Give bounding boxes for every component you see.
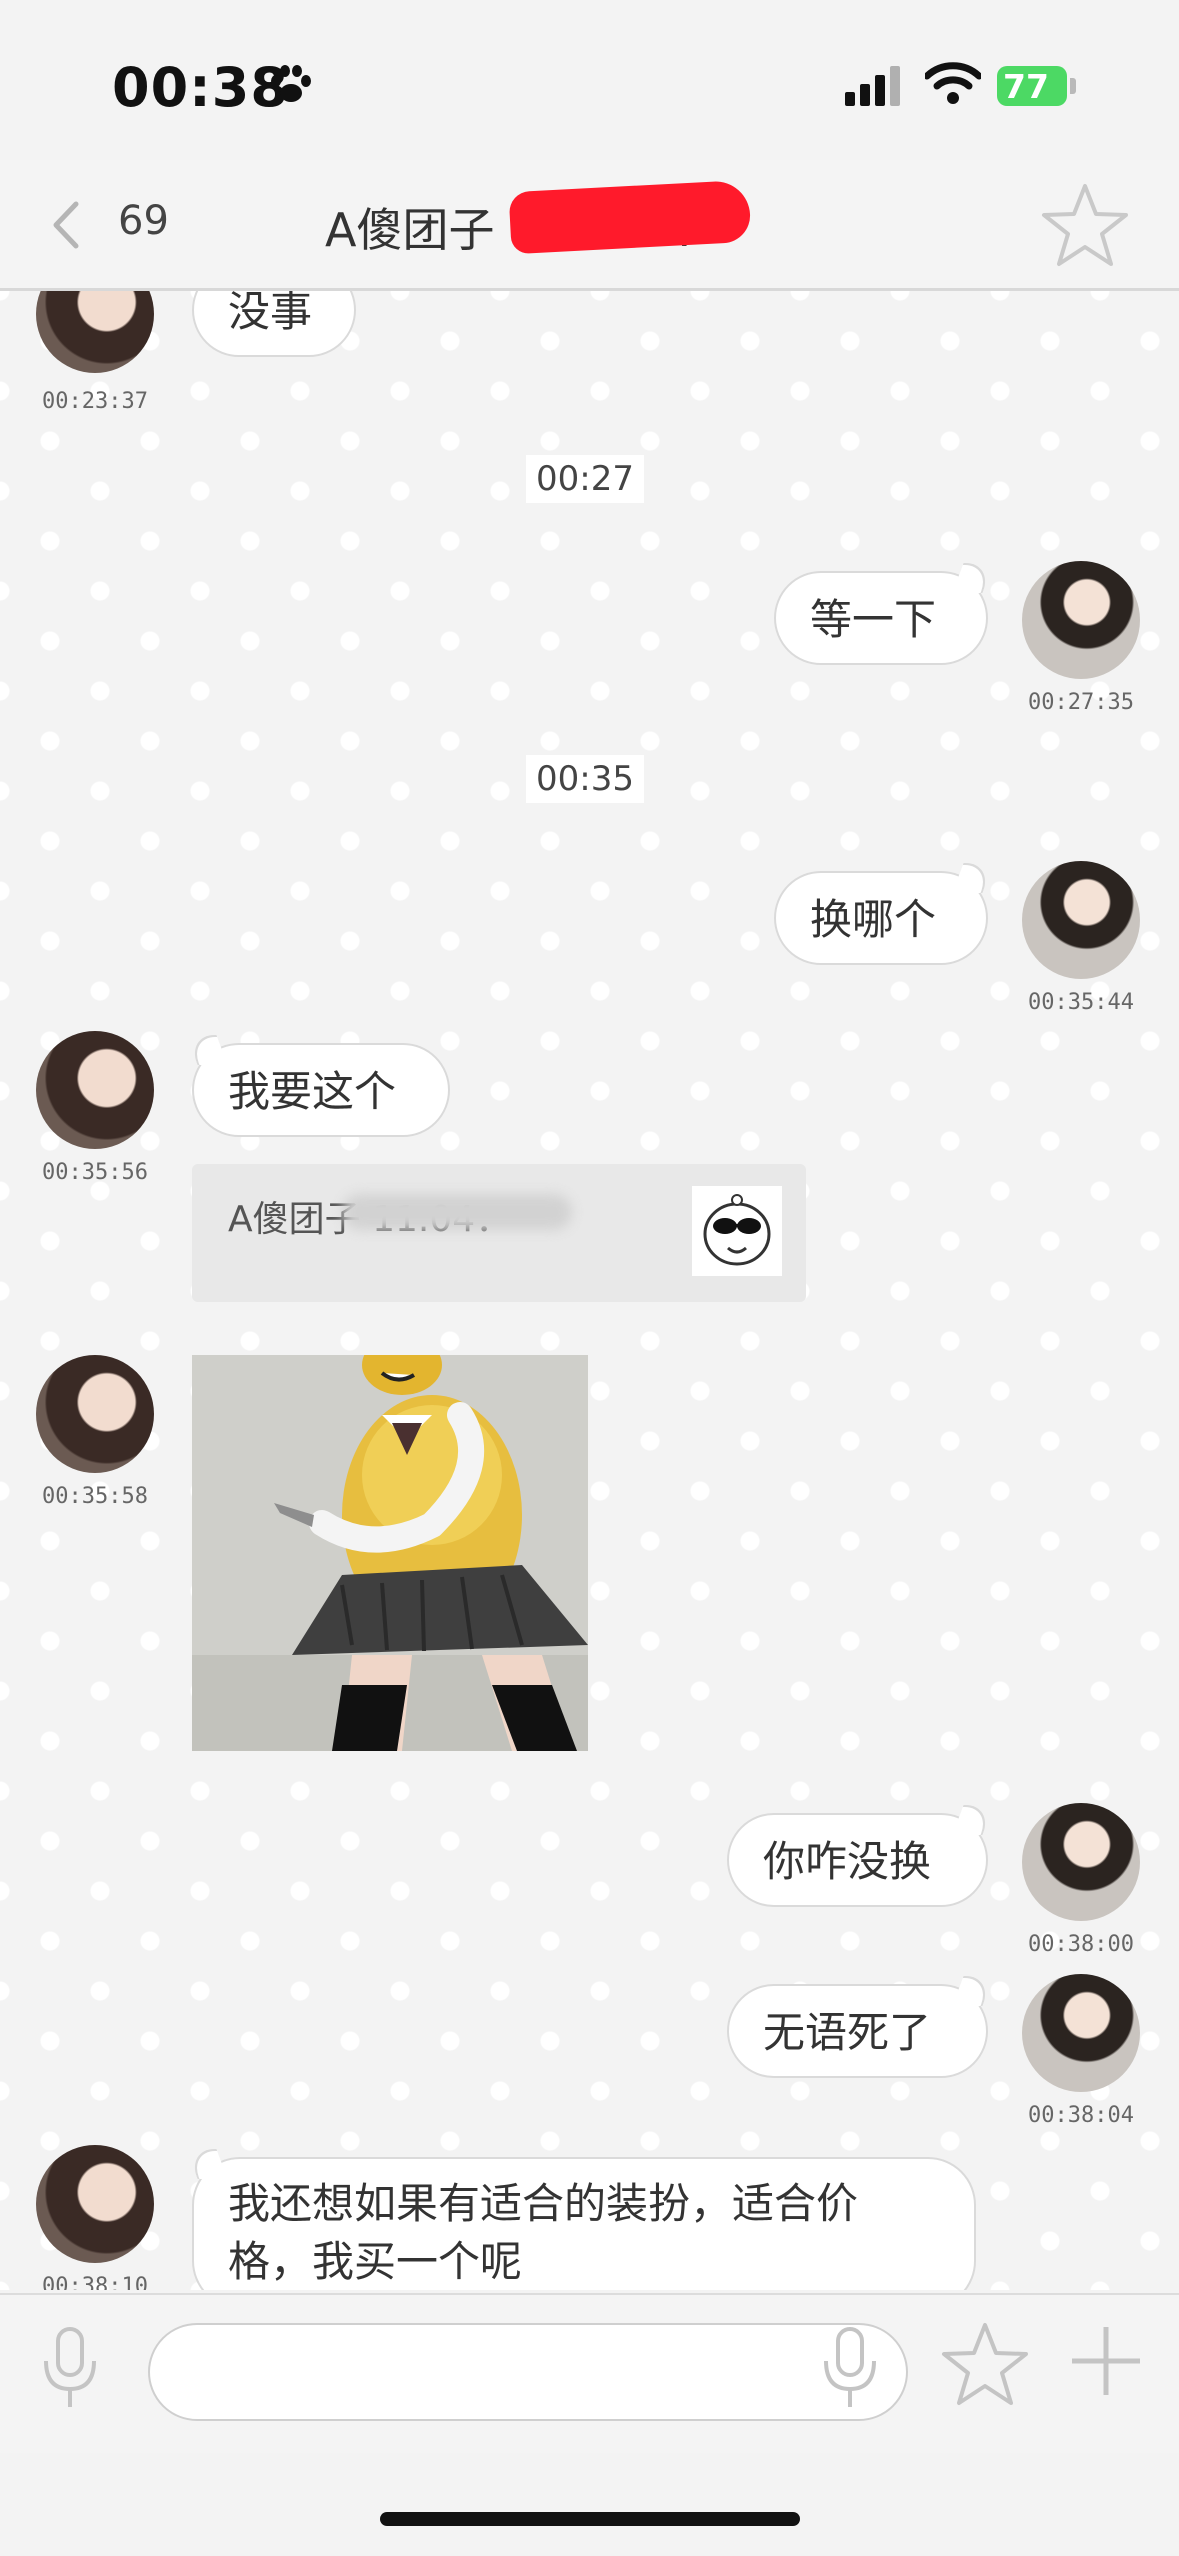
star-icon[interactable] (940, 2321, 1030, 2409)
signal-icon (845, 66, 900, 106)
chat-input-bar (0, 2293, 1179, 2455)
message-text: 无语死了 (763, 2008, 932, 2057)
microphone-icon[interactable] (42, 2325, 98, 2411)
battery-level: 77 (1003, 67, 1049, 106)
bottom-safe-area (0, 2453, 1179, 2556)
chevron-left-icon[interactable] (48, 200, 82, 250)
message-time: 00:38:10 (42, 2274, 148, 2290)
message-text: 我要这个 (228, 1067, 397, 1116)
message-time: 00:35:56 (42, 1160, 148, 1185)
self-avatar[interactable] (1022, 861, 1140, 979)
microphone-icon[interactable] (822, 2325, 878, 2411)
status-bar: 00:38 77 (0, 0, 1179, 160)
star-icon[interactable] (1040, 182, 1130, 270)
blurred-text (342, 1194, 572, 1230)
message-text: 等一下 (810, 595, 937, 644)
message-time: 00:35:58 (42, 1484, 148, 1509)
self-avatar[interactable] (1022, 1974, 1140, 2092)
message-bubble[interactable]: 我要这个 (186, 1035, 450, 1137)
battery-icon: 77 (997, 66, 1067, 106)
message-text: 换哪个 (810, 895, 937, 944)
unread-count[interactable]: 69 (118, 198, 169, 244)
quoted-message-card[interactable]: A傻团子 11.04： (192, 1164, 806, 1302)
redaction-mark (508, 179, 752, 255)
message-text: 没事 (228, 291, 313, 336)
message-time: 00:38:00 (1028, 1932, 1134, 1957)
message-text: 我还想如果有适合的装扮，适合价格，我买一个呢 (228, 2179, 859, 2286)
contact-avatar[interactable] (36, 1355, 154, 1473)
chat-header: 69 A傻团子 ^ 11.04 (0, 160, 1179, 291)
wifi-icon (925, 62, 981, 104)
timestamp-divider: 00:35 (526, 755, 644, 803)
message-bubble[interactable]: 没事 (192, 291, 356, 357)
self-avatar[interactable] (1022, 1803, 1140, 1921)
message-bubble[interactable]: 换哪个 (774, 863, 994, 965)
status-time: 00:38 (112, 56, 289, 119)
message-text: 你咋没换 (763, 1837, 932, 1886)
message-bubble[interactable]: 我还想如果有适合的装扮，适合价格，我买一个呢 (186, 2149, 976, 2290)
timestamp-divider: 00:27 (526, 455, 644, 503)
message-time: 00:27:35 (1028, 690, 1134, 715)
paw-icon (271, 65, 311, 102)
contact-avatar[interactable] (36, 291, 154, 373)
plus-icon[interactable] (1068, 2323, 1144, 2399)
battery-tip (1070, 78, 1076, 94)
sticker-thumbnail-icon (692, 1186, 782, 1276)
contact-avatar[interactable] (36, 1031, 154, 1149)
message-input[interactable] (148, 2323, 908, 2421)
self-avatar[interactable] (1022, 561, 1140, 679)
message-bubble[interactable]: 你咋没换 (727, 1805, 994, 1907)
message-time: 00:35:44 (1028, 990, 1134, 1015)
home-indicator[interactable] (380, 2512, 800, 2526)
image-message[interactable] (192, 1355, 588, 1751)
chat-message-list[interactable]: 00:23:37 没事 00:27 00:27:35 等一下 00:35 00:… (0, 291, 1179, 2290)
message-time: 00:38:04 (1028, 2103, 1134, 2128)
message-bubble[interactable]: 无语死了 (727, 1976, 994, 2078)
contact-avatar[interactable] (36, 2145, 154, 2263)
message-time: 00:23:37 (42, 389, 148, 414)
message-bubble[interactable]: 等一下 (774, 563, 994, 665)
